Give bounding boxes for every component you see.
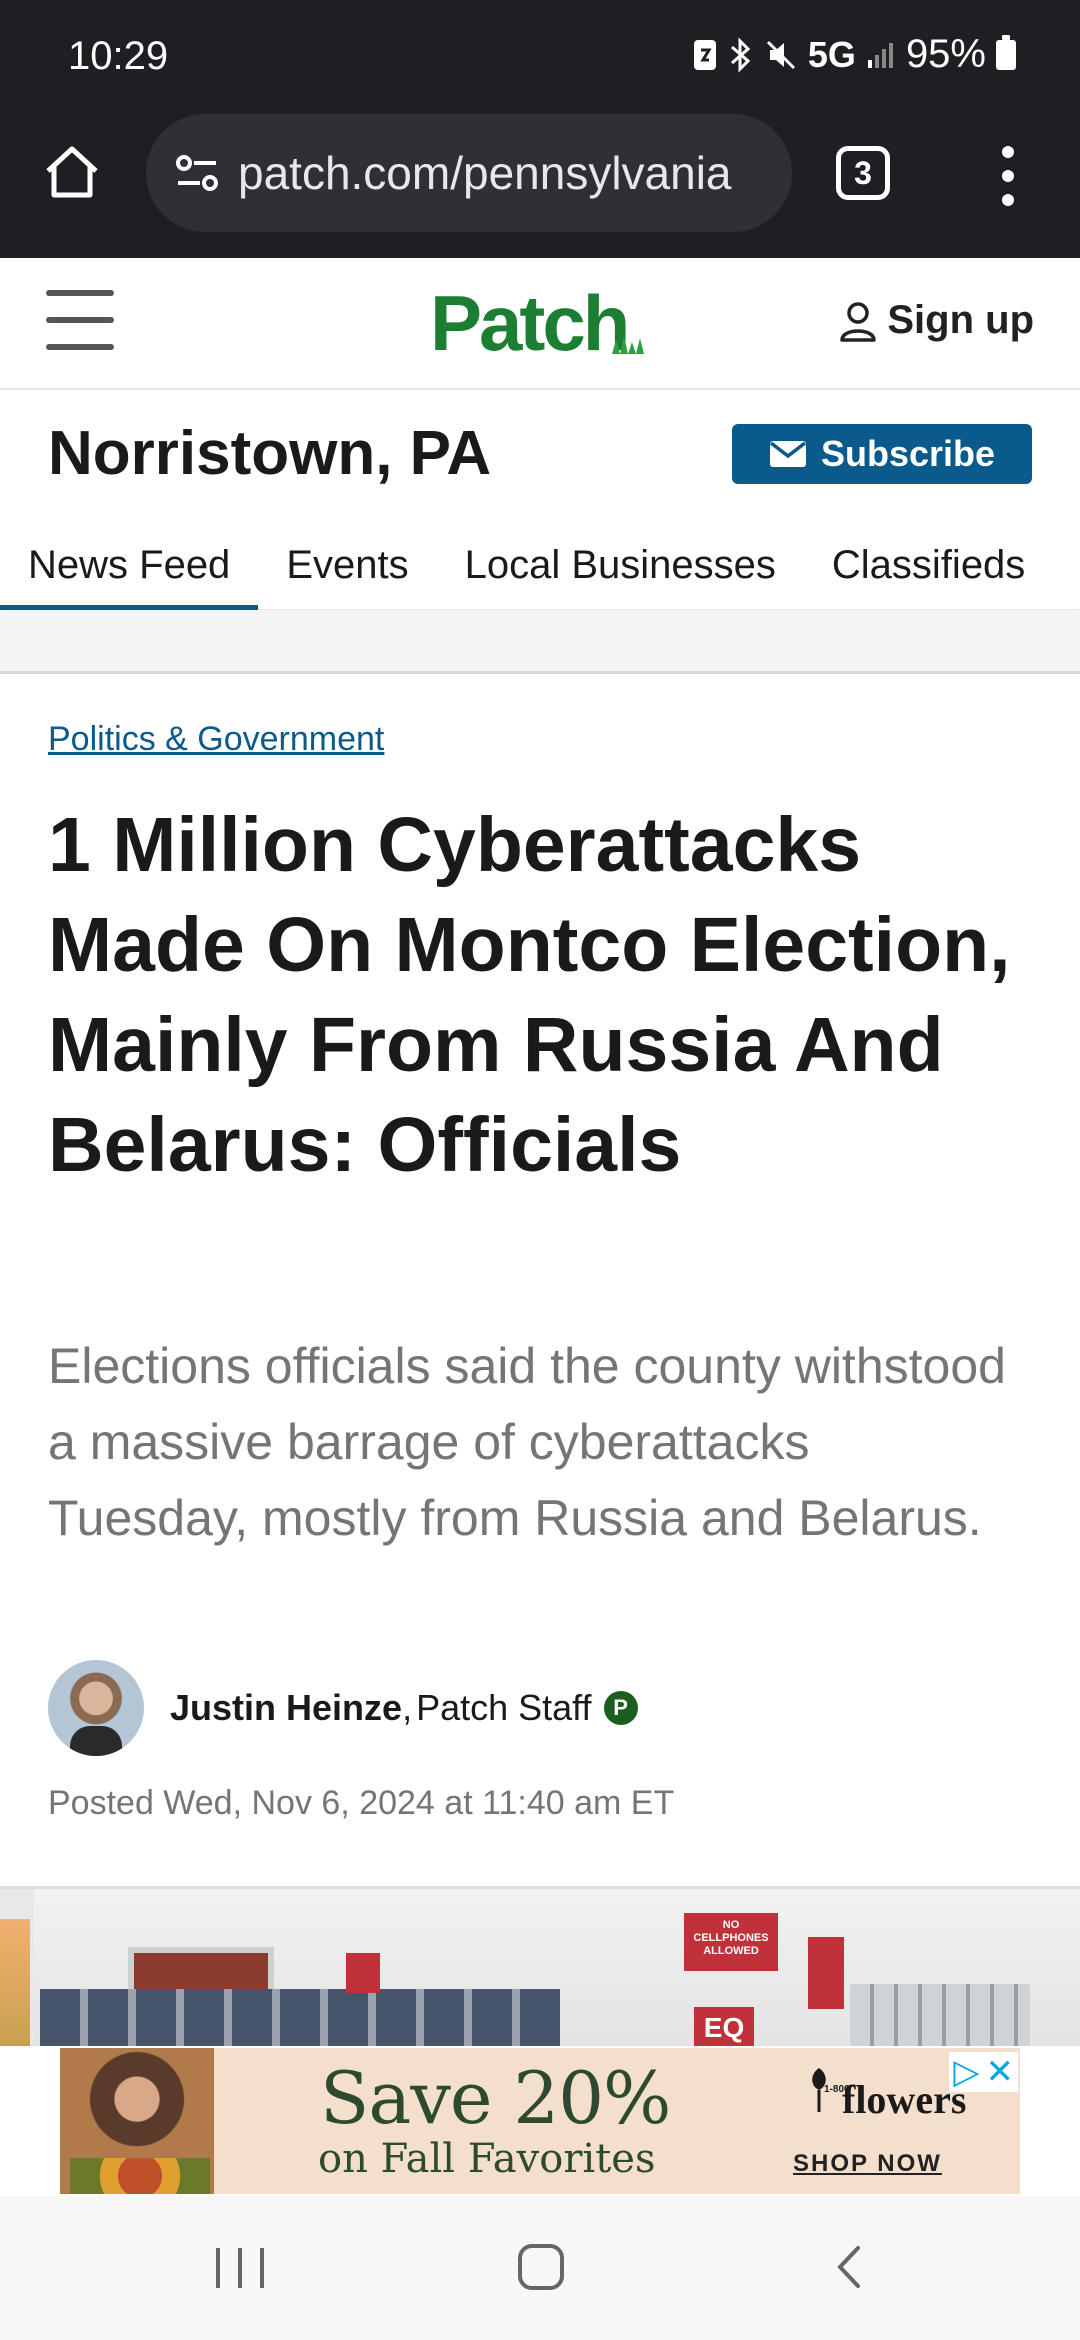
image-sign-cellphones: NO CELLPHONES ALLOWED (684, 1913, 778, 1971)
mute-icon (764, 35, 798, 75)
sim-icon (692, 35, 718, 75)
image-voting-machines (40, 1989, 560, 2046)
tab-local-businesses[interactable]: Local Businesses (437, 520, 804, 610)
signal-icon (866, 35, 896, 75)
url-text: patch.com/pennsylvania (238, 147, 732, 199)
site-settings-icon[interactable] (170, 146, 224, 200)
section-divider (0, 612, 1080, 674)
recent-apps-icon[interactable] (216, 2248, 264, 2288)
location-title[interactable]: Norristown, PA (48, 418, 491, 489)
sign-up-button[interactable]: Sign up (839, 298, 1034, 343)
image-sign-small (346, 1953, 380, 1993)
user-icon (840, 301, 877, 342)
patch-staff-badge-icon: P (603, 1691, 638, 1725)
status-time: 10:29 (68, 34, 169, 78)
envelope-icon (769, 441, 807, 467)
posted-date: Posted Wed, Nov 6, 2024 at 11:40 am ET (48, 1784, 675, 1822)
browser-toolbar: patch.com/pennsylvania 3 (0, 110, 1080, 258)
ad-choices-icon[interactable]: ▷ (953, 2054, 979, 2090)
sign-up-label: Sign up (887, 298, 1034, 342)
tab-switcher-button[interactable]: 3 (836, 146, 890, 200)
tab-events[interactable]: Events (258, 520, 436, 610)
author-name[interactable]: Justin Heinze (170, 1687, 402, 1729)
ad-brand: flowers (842, 2077, 967, 2122)
ad-shop-now[interactable]: SHOP NOW (793, 2150, 942, 2178)
bluetooth-icon (728, 35, 754, 75)
home-button[interactable] (40, 140, 104, 204)
status-bar: 10:29 5G 95% (0, 0, 1080, 110)
ad-photo (60, 2048, 214, 2194)
site-header: Patch Sign up (0, 258, 1080, 390)
ad-headline: Save 20% (320, 2056, 671, 2140)
subscribe-button[interactable]: Subscribe (732, 424, 1032, 484)
image-poster (0, 1919, 30, 2046)
byline-comma: , (402, 1687, 413, 1728)
status-icons: 5G 95% (692, 32, 1016, 77)
home-nav-icon[interactable] (518, 2244, 564, 2290)
tab-classifieds[interactable]: Classifieds (804, 520, 1053, 610)
tab-news-feed[interactable]: News Feed (0, 520, 259, 610)
ad-subline: on Fall Favorites (318, 2136, 656, 2182)
author-avatar[interactable] (48, 1660, 144, 1756)
image-sign-side (808, 1937, 844, 2009)
author-role: Patch Staff (416, 1687, 592, 1728)
battery-percent: 95% (905, 32, 986, 76)
article-image[interactable]: NO CELLPHONES ALLOWED EQ (0, 1886, 1080, 2046)
article-dek: Elections officials said the county with… (48, 1338, 1006, 1546)
system-nav-bar (0, 2196, 1080, 2340)
home-icon (46, 146, 98, 198)
battery-icon (996, 34, 1016, 75)
byline: Justin Heinze , Patch Staff P (48, 1658, 638, 1758)
category-link[interactable]: Politics & Government (48, 720, 384, 759)
hamburger-menu-icon[interactable] (46, 290, 114, 350)
ad-close-icon[interactable]: ✕ (986, 2054, 1015, 2090)
address-bar[interactable]: patch.com/pennsylvania (146, 114, 792, 232)
grass-icon (612, 336, 644, 354)
browser-menu-button[interactable] (988, 146, 1028, 206)
image-sign-eq: EQ (694, 2007, 754, 2046)
ad-banner[interactable]: Save 20% on Fall Favorites 1-800 flowers… (60, 2048, 1020, 2194)
subscribe-label: Subscribe (820, 433, 996, 474)
ad-choices[interactable]: ▷ ✕ (949, 2052, 1018, 2092)
article-headline: 1 Million Cyberattacks Made On Montco El… (48, 802, 1011, 1188)
network-type: 5G (807, 33, 856, 75)
back-icon[interactable] (828, 2244, 874, 2290)
location-bar: Norristown, PA Subscribe (0, 390, 1080, 520)
image-ballot-rack (850, 1984, 1030, 2046)
patch-logo[interactable]: Patch (430, 278, 630, 369)
section-tabs: News Feed Events Local Businesses Classi… (0, 520, 1080, 610)
